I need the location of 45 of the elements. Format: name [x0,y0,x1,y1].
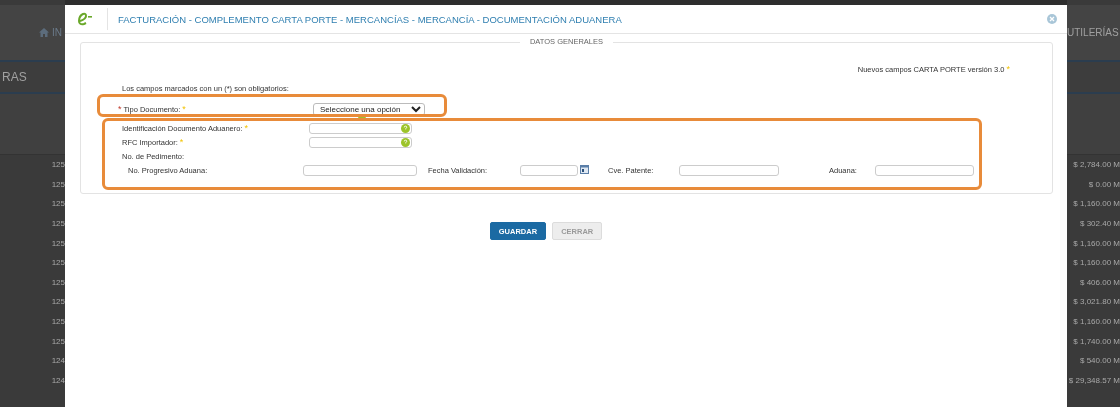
table-cell: 125 [51,179,65,189]
table-cell: $ 1,160.00 M [1073,317,1120,327]
nav-item[interactable]: UTILERÍAS [1067,27,1119,38]
table-cell: $ 1,160.00 M [1073,199,1120,209]
home-icon[interactable] [39,28,49,37]
input-field[interactable] [679,164,779,176]
table-cell: 125 [51,160,65,170]
help-icon[interactable] [401,123,410,133]
required-mark: * [244,123,248,133]
nav-item[interactable]: IN [52,27,62,38]
input-field[interactable] [875,164,974,176]
close-icon[interactable] [1047,14,1057,24]
table-cell: $ 2,784.00 M [1073,160,1120,170]
table-cell: $ 406.00 M [1079,277,1120,287]
table-cell: 125 [51,238,65,248]
table-cell: 125 [51,317,65,327]
table-cell: $ 302.40 M [1079,219,1120,229]
input-field[interactable] [309,136,412,148]
dialog-title: FACTURACIÓN - COMPLEMENTO CARTA PORTE - MERCANCÍAS - MERCANCÍA - DOCUMENTACIÓN ADUANERA [118,13,623,25]
table-cell: $ 1,160.00 M [1073,258,1120,268]
table-cell: 125 [51,336,65,346]
table-cell: $ 1,740.00 M [1073,336,1120,346]
date-field[interactable] [520,164,578,176]
table-cell: 125 [51,258,65,268]
required-mark: * [179,137,184,147]
calendar-icon[interactable] [580,165,589,174]
table-cell: $ 0.00 M [1088,179,1120,189]
input-field[interactable] [303,164,417,176]
section-title: RAS [1,70,27,84]
table-cell: 124 [51,375,65,385]
required-mark: * [1006,65,1010,74]
table-cell: 125 [51,199,65,209]
table-cell: 125 [51,277,65,287]
input-field[interactable] [309,122,412,134]
help-icon[interactable] [401,137,410,147]
table-cell: $ 29,348.57 M [1068,375,1120,385]
table-cell: $ 3,021.80 M [1073,297,1120,307]
logo-icon [77,12,93,26]
table-cell: 124 [51,356,65,366]
table-cell: $ 540.00 M [1079,356,1120,366]
required-mark: * [182,105,186,114]
table-cell: 125 [51,219,65,229]
table-cell: 125 [51,297,65,307]
required-mark: * [118,105,122,114]
table-cell: $ 1,160.00 M [1073,238,1120,248]
